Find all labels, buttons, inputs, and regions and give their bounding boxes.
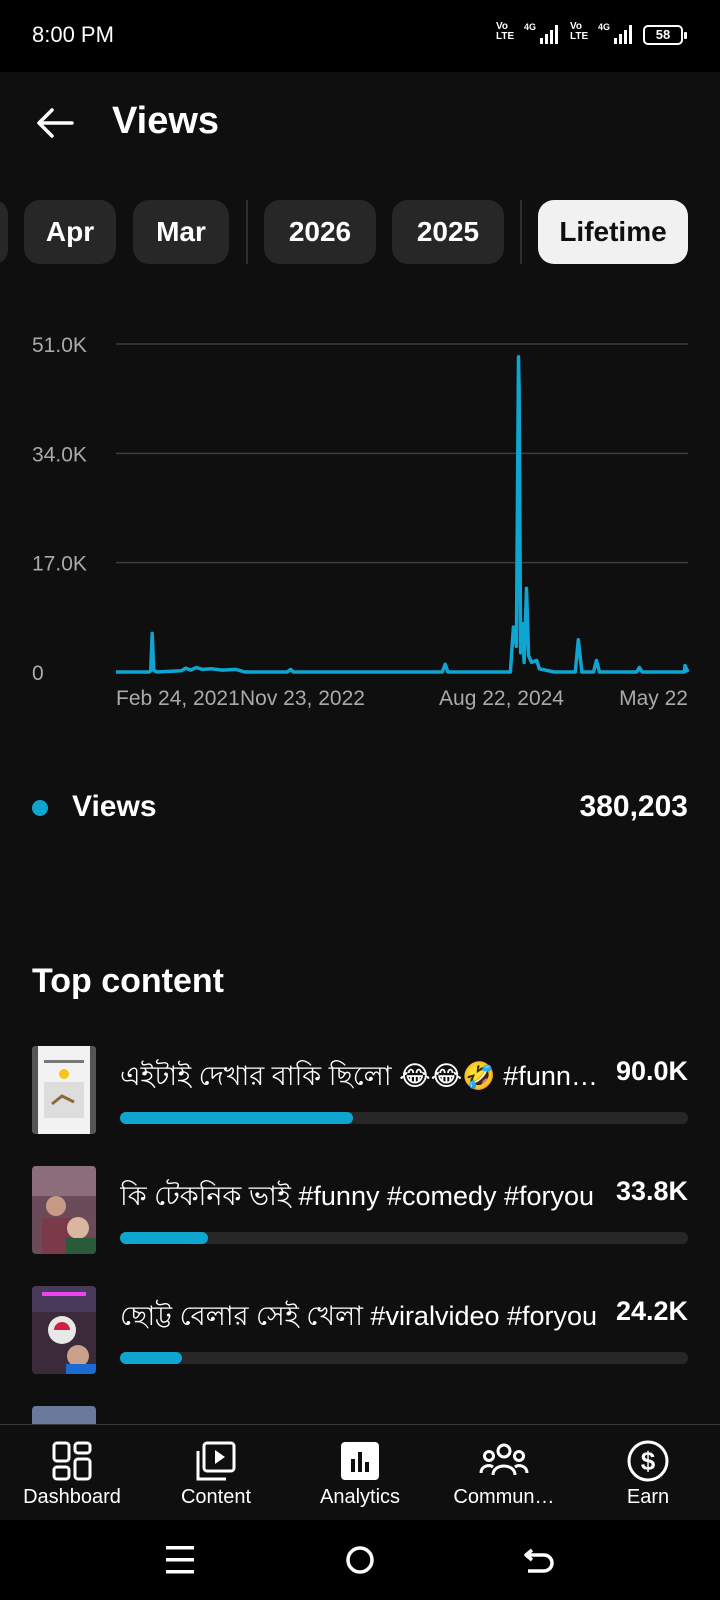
status-bar: 8:00 PM Vo LTE 4G Vo LTE 4G 58 [0,0,720,72]
chip-partial[interactable] [0,200,8,264]
page-title: Views [112,100,220,142]
community-people-icon [479,1443,529,1476]
y-tick-label: 51.0K [32,334,87,357]
top-content-title: Top content [32,962,224,1000]
home-circle-icon[interactable] [344,1544,376,1576]
views-bar-fill [120,1352,183,1364]
x-tick-label: Feb 24, 2021 [116,687,240,710]
chip-2025[interactable]: 2025 [392,200,504,264]
views-line-chart: 51.0K 34.0K 17.0K 0 Feb 24, 2021 Nov 23, 2022… [32,334,690,710]
chip-2026[interactable]: 2026 [264,200,376,264]
nav-label: Earn [626,1486,670,1508]
chip-lifetime[interactable]: Lifetime [538,200,688,264]
nav-analytics[interactable]: Analytics [288,1425,432,1521]
network-type-2: 4G [598,22,611,32]
bottom-nav: Dashboard Content Analytics Commun… $ Ea… [0,1424,720,1521]
views-bar-fill [120,1232,209,1244]
legend-label: Views [72,790,157,823]
x-tick-label: Nov 23, 2022 [240,687,365,710]
volte-2: Vo LTE [570,21,589,42]
chip-mar[interactable]: Mar [133,200,229,264]
views-chart: 51.0K 34.0K 17.0K 0 Feb 24, 2021 Nov 23, 2022… [0,300,720,730]
views-bar-track [120,1232,688,1244]
video-thumbnail [32,1286,96,1374]
y-tick-label: 0 [32,662,44,685]
nav-content[interactable]: Content [144,1425,288,1521]
views-bar-track [120,1352,688,1364]
video-thumbnail [32,1166,96,1254]
chip-apr[interactable]: Apr [24,200,116,264]
back-button[interactable] [32,100,78,146]
app-header: Views [0,72,720,172]
video-thumbnail [32,1406,96,1424]
menu-lines-icon[interactable] [164,1540,196,1580]
nav-label: Analytics [319,1486,401,1508]
back-arrow-icon[interactable] [522,1542,556,1578]
y-tick-label: 17.0K [32,553,87,576]
content-play-icon [196,1441,236,1481]
status-time: 8:00 PM [32,22,114,47]
svg-text:$: $ [641,1446,656,1476]
content-title: এইটাই দেখার বাকি ছিলো 😂😂🤣 #funny #comedy [120,1061,600,1091]
battery-icon: 58 [643,25,687,45]
nav-community[interactable]: Commun… [432,1425,576,1521]
nav-dashboard[interactable]: Dashboard [0,1425,144,1521]
system-nav-bar [0,1520,720,1600]
chip-divider [246,200,248,264]
signal-1-icon [540,24,564,44]
views-bar-fill [120,1112,353,1124]
dashboard-grid-icon [52,1441,92,1481]
x-tick-label: Aug 22, 2024 [439,687,564,710]
series-line-views [116,355,690,674]
top-content-item[interactable]: কি টেকনিক ভাই #funny #comedy #foryou 33.… [32,1166,688,1256]
nav-label: Commun… [453,1486,555,1508]
content-title: ছোট্ট বেলার সেই খেলা #viralvideo #foryou [120,1301,598,1331]
earn-dollar-icon: $ [627,1440,669,1482]
top-content-item[interactable]: ছোট্ট বেলার সেই খেলা #viralvideo #foryou… [32,1286,688,1376]
legend-dot [32,800,48,816]
chip-divider [520,200,522,264]
volte-1: Vo LTE [496,21,515,42]
chart-legend: Views 380,203 [0,778,720,838]
top-content-item-partial[interactable] [32,1406,688,1424]
arrow-left-icon [37,108,74,138]
content-views: 33.8K [615,1176,688,1206]
content-views: 90.0K [615,1056,688,1086]
views-total: 380,203 [579,790,688,823]
top-content-item[interactable]: এইটাই দেখার বাকি ছিলো 😂😂🤣 #funny #comedy… [32,1046,688,1136]
nav-label: Dashboard [23,1486,121,1508]
views-bar-track [120,1112,688,1124]
signal-2-icon [614,24,638,44]
nav-earn[interactable]: $ Earn [576,1425,720,1521]
network-type-1: 4G [524,22,537,32]
x-tick-label: May 22 [619,687,688,710]
period-filter-chips: Apr Mar 2026 2025 Lifetime [0,200,720,264]
content-views: 24.2K [615,1296,688,1326]
analytics-bars-icon [341,1442,379,1480]
y-tick-label: 34.0K [32,443,87,466]
nav-label: Content [180,1486,252,1508]
video-thumbnail [32,1046,96,1134]
content-title: কি টেকনিক ভাই #funny #comedy #foryou [120,1181,595,1211]
